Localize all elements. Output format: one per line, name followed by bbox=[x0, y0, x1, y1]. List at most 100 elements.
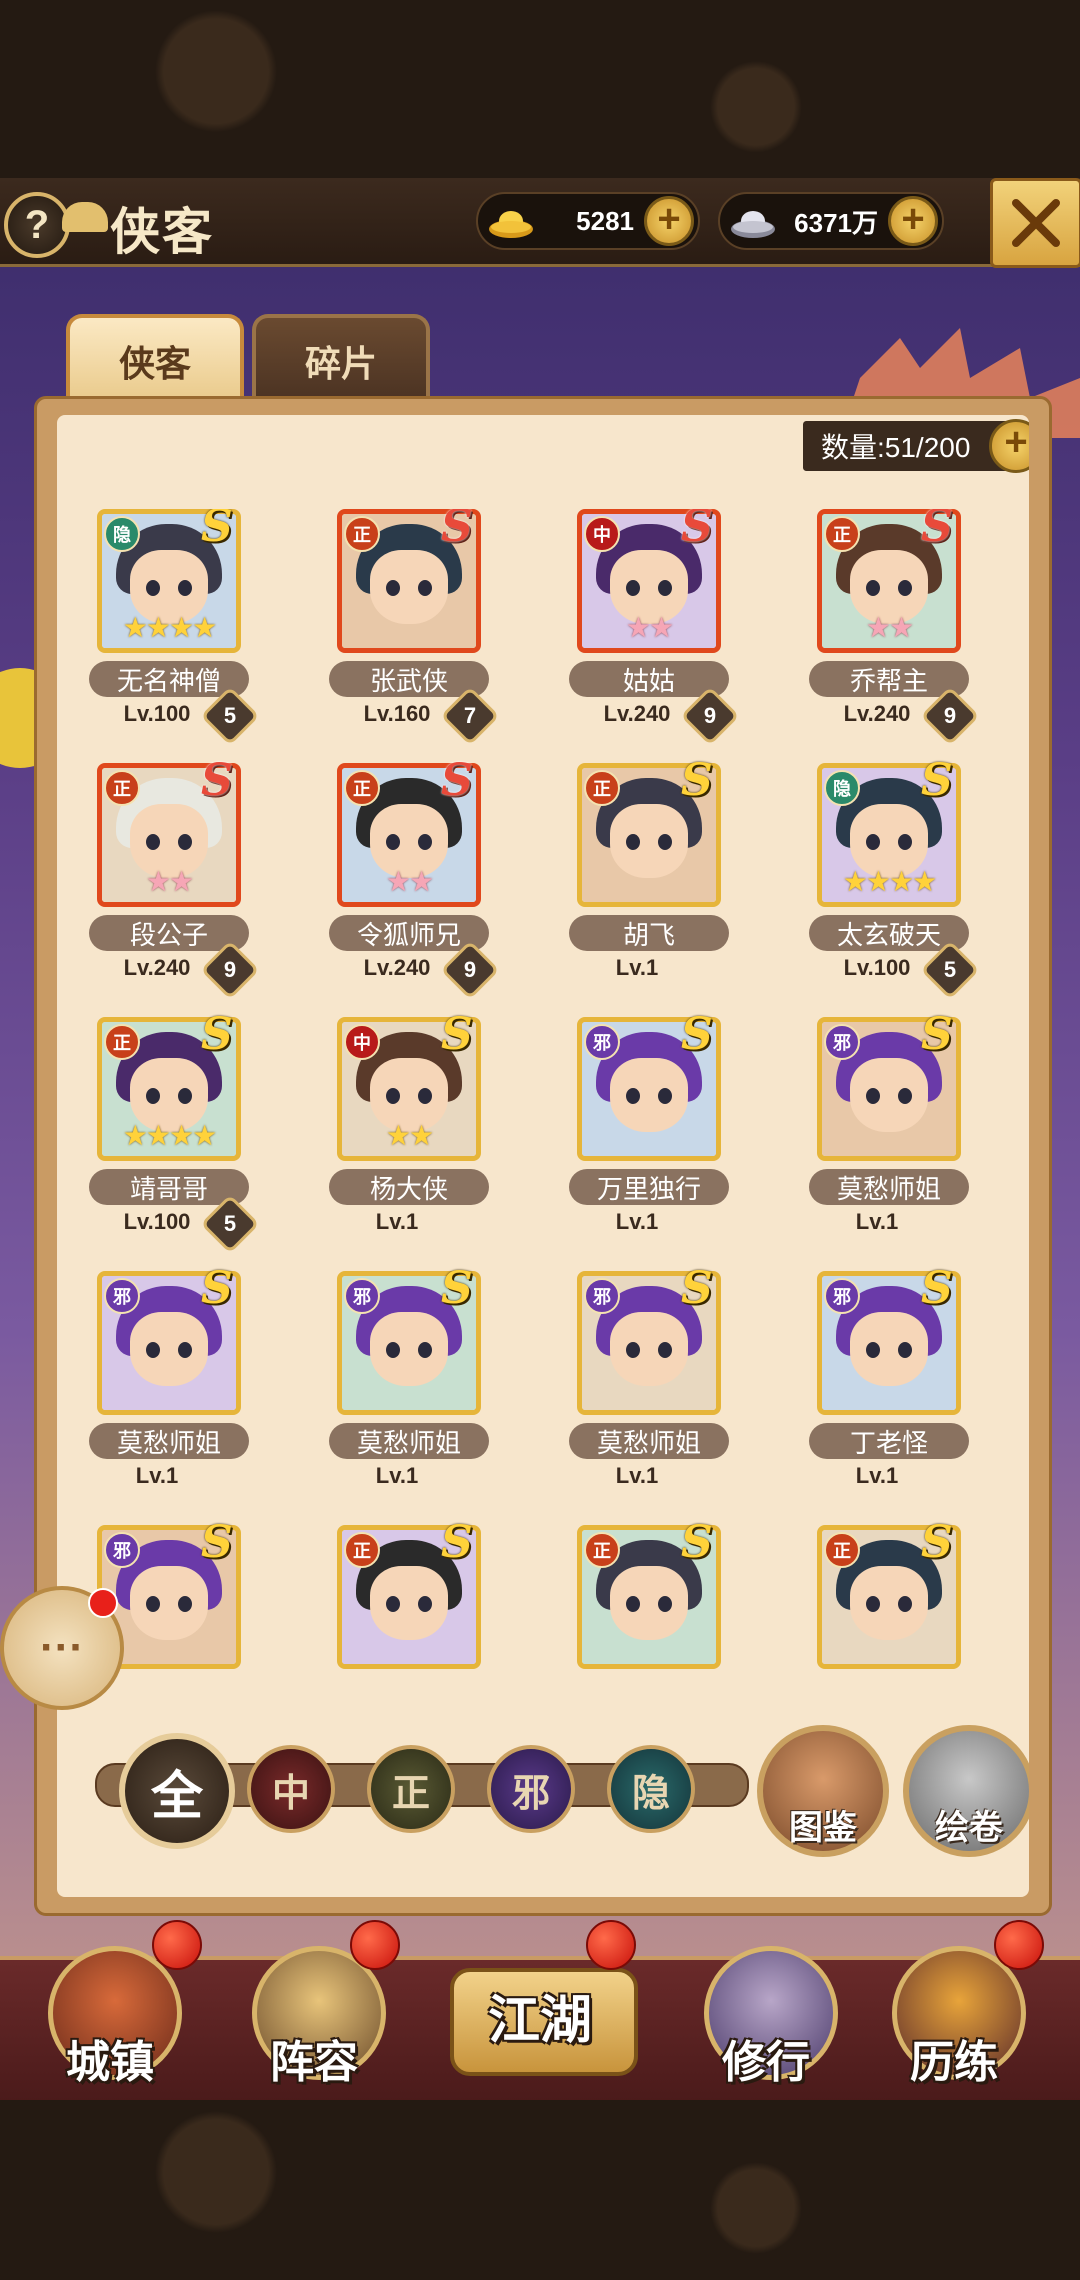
help-button[interactable]: ? bbox=[4, 192, 70, 258]
nav-cultivate[interactable]: 修行 bbox=[696, 1946, 838, 2096]
nav-jianghu-label: 江湖 bbox=[487, 1990, 592, 2051]
hero-card[interactable]: ★★ 中 S 姑姑 Lv.240 9 bbox=[557, 509, 740, 749]
hero-count-box: 数量:51/200 + bbox=[803, 419, 1029, 473]
hero-stars: ★★ bbox=[145, 866, 194, 897]
hero-card[interactable]: ★★ 正 S 令狐师兄 Lv.240 9 bbox=[317, 755, 500, 1003]
nav-lineup[interactable]: 阵容 bbox=[244, 1946, 386, 2096]
hero-card[interactable]: 邪 S 万里独行 Lv.1 bbox=[557, 1009, 737, 1257]
hero-face bbox=[370, 1566, 448, 1640]
rank-s-icon: S bbox=[441, 755, 473, 806]
scroll-album-button[interactable]: 绘卷 bbox=[903, 1725, 1029, 1857]
nav-trial-dot bbox=[994, 1920, 1044, 1970]
close-icon bbox=[1012, 199, 1060, 247]
nav-town[interactable]: 城镇 bbox=[40, 1946, 182, 2096]
hero-card[interactable]: 正 S 张武侠 Lv.160 7 bbox=[317, 509, 500, 749]
hero-level: Lv.1 bbox=[615, 1463, 659, 1488]
rank-s-icon: S bbox=[201, 1263, 233, 1314]
rank-s-icon: S bbox=[441, 509, 473, 552]
hero-card[interactable]: ★★ 中 S 杨大侠 Lv.1 bbox=[317, 1009, 497, 1257]
nav-town-label: 城镇 bbox=[66, 2037, 154, 2088]
cloud-ornament-icon bbox=[62, 202, 108, 232]
gold-ingot-counter: 5281 + bbox=[476, 192, 700, 250]
page-title: 侠客 bbox=[110, 202, 214, 261]
hero-stars: ★★ bbox=[385, 1120, 434, 1151]
hero-face bbox=[130, 1566, 208, 1640]
tab-fragments[interactable]: 碎片 bbox=[252, 314, 430, 404]
expand-capacity-button[interactable]: + bbox=[989, 419, 1029, 473]
faction-badge: 正 bbox=[344, 770, 380, 806]
nav-town-dot bbox=[152, 1920, 202, 1970]
hero-card[interactable]: ★★ 正 S 乔帮主 Lv.240 9 bbox=[797, 509, 980, 749]
hero-face bbox=[610, 804, 688, 878]
hero-card[interactable]: 邪 S 丁老怪 Lv.1 bbox=[797, 1263, 977, 1511]
hero-card[interactable]: 邪 S 莫愁师姐 Lv.1 bbox=[557, 1263, 737, 1511]
bond-value: 9 bbox=[943, 703, 957, 728]
hero-face bbox=[130, 1312, 208, 1386]
hero-stars: ★★★★ bbox=[842, 866, 937, 897]
faction-badge: 邪 bbox=[584, 1278, 620, 1314]
hero-card[interactable]: 正S bbox=[557, 1517, 737, 1727]
nav-trial-label: 历练 bbox=[910, 2037, 998, 2088]
hero-card[interactable]: ★★ 正 S 段公子 Lv.240 9 bbox=[77, 755, 260, 1003]
faction-filter-bar: 全 中 正 邪 隐 bbox=[77, 1733, 757, 1849]
faction-badge: 中 bbox=[584, 516, 620, 552]
faction-badge: 正 bbox=[584, 770, 620, 806]
hero-count-label: 数量:51/200 bbox=[821, 432, 971, 463]
filter-xie-button[interactable]: 邪 bbox=[487, 1745, 575, 1833]
nav-lineup-label: 阵容 bbox=[270, 2037, 358, 2088]
hero-face bbox=[850, 1312, 928, 1386]
filter-zhong-button[interactable]: 中 bbox=[247, 1745, 335, 1833]
hero-card[interactable]: 正S bbox=[317, 1517, 497, 1727]
faction-badge: 邪 bbox=[344, 1278, 380, 1314]
rank-s-icon: S bbox=[201, 1517, 233, 1568]
hero-grid: ★★★★ 隐 S 无名神僧 Lv.100 5 正 S 张武侠 Lv.160 7 ★★ 中 S 姑姑 Lv.24… bbox=[57, 509, 1029, 1727]
filter-yin-button[interactable]: 隐 bbox=[607, 1745, 695, 1833]
bond-value: 5 bbox=[223, 1211, 237, 1236]
faction-badge: 邪 bbox=[584, 1024, 620, 1060]
hero-face bbox=[850, 1566, 928, 1640]
bond-value: 9 bbox=[223, 957, 237, 982]
filter-all-button[interactable]: 全 bbox=[119, 1733, 235, 1849]
close-button[interactable] bbox=[990, 178, 1080, 268]
hero-panel: 数量:51/200 + ★★★★ 隐 S 无名神僧 Lv.100 5 正 S 张武侠 Lv.160… bbox=[34, 396, 1052, 1916]
rank-s-icon: S bbox=[441, 1517, 473, 1568]
faction-badge: 隐 bbox=[104, 516, 140, 552]
faction-badge: 中 bbox=[344, 1024, 380, 1060]
chat-notification-dot bbox=[88, 1588, 118, 1618]
rank-s-icon: S bbox=[681, 509, 713, 552]
nav-jianghu-dot bbox=[586, 1920, 636, 1970]
hero-level: Lv.1 bbox=[135, 1463, 179, 1488]
hero-panel-content: 数量:51/200 + ★★★★ 隐 S 无名神僧 Lv.100 5 正 S 张武侠 Lv.160… bbox=[57, 415, 1029, 1897]
hero-name: 莫愁师姐 bbox=[329, 1423, 489, 1459]
bond-value: 7 bbox=[463, 703, 477, 728]
nav-cultivate-label: 修行 bbox=[722, 2037, 810, 2088]
hero-card[interactable]: ★★★★ 正 S 靖哥哥 Lv.100 5 bbox=[77, 1009, 260, 1257]
faction-badge: 正 bbox=[344, 1532, 380, 1568]
hero-name: 胡飞 bbox=[569, 915, 729, 951]
hero-card[interactable]: ★★★★ 隐 S 无名神僧 Lv.100 5 bbox=[77, 509, 260, 749]
tab-heroes[interactable]: 侠客 bbox=[66, 314, 244, 404]
hero-card[interactable]: 邪 S 莫愁师姐 Lv.1 bbox=[797, 1009, 977, 1257]
hero-card[interactable]: 正S bbox=[797, 1517, 977, 1727]
hero-name: 杨大侠 bbox=[329, 1169, 489, 1205]
gold-ingot-icon bbox=[489, 211, 533, 238]
nav-trial[interactable]: 历练 bbox=[884, 1946, 1026, 2096]
add-gold-button[interactable]: + bbox=[644, 196, 694, 246]
game-screen: ? 侠客 5281 + 6371万 + 侠客 碎片 数量:51/200 + ★★… bbox=[0, 178, 1080, 2100]
hero-card[interactable]: 邪 S 莫愁师姐 Lv.1 bbox=[77, 1263, 257, 1511]
hero-card[interactable]: 邪 S 莫愁师姐 Lv.1 bbox=[317, 1263, 497, 1511]
rank-s-icon: S bbox=[681, 755, 713, 806]
rank-s-icon: S bbox=[921, 755, 953, 806]
rank-s-icon: S bbox=[921, 1263, 953, 1314]
add-silver-button[interactable]: + bbox=[888, 196, 938, 246]
codex-label: 图鉴 bbox=[789, 1809, 857, 1847]
hero-stars: ★★★★ bbox=[122, 612, 217, 643]
scroll-album-label: 绘卷 bbox=[935, 1809, 1003, 1847]
filter-zheng-button[interactable]: 正 bbox=[367, 1745, 455, 1833]
top-bar: ? 侠客 5281 + 6371万 + bbox=[0, 178, 1080, 268]
hero-level: Lv.1 bbox=[855, 1463, 899, 1488]
hero-card[interactable]: 正 S 胡飞 Lv.1 bbox=[557, 755, 737, 1003]
codex-button[interactable]: 图鉴 bbox=[757, 1725, 889, 1857]
hero-card[interactable]: ★★★★ 隐 S 太玄破天 Lv.100 5 bbox=[797, 755, 980, 1003]
hero-level: Lv.1 bbox=[375, 1463, 419, 1488]
